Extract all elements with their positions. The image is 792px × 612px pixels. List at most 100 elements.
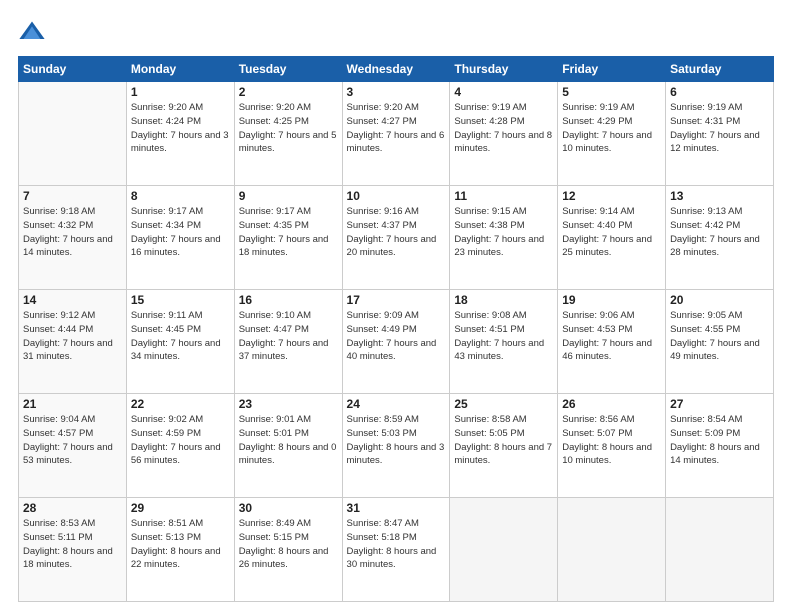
sunset-text: Sunset: 4:32 PM (23, 220, 93, 231)
daylight-text: Daylight: 7 hours and 28 minutes. (670, 234, 760, 259)
calendar-cell: 31Sunrise: 8:47 AMSunset: 5:18 PMDayligh… (342, 498, 450, 602)
calendar-cell (666, 498, 774, 602)
sunset-text: Sunset: 4:49 PM (347, 324, 417, 335)
daylight-text: Daylight: 8 hours and 14 minutes. (670, 442, 760, 467)
calendar-cell (19, 82, 127, 186)
day-info: Sunrise: 8:56 AMSunset: 5:07 PMDaylight:… (562, 413, 661, 468)
week-row-5: 28 Sunrise: 8:53 AMSunset: 5:11 PMDayligh… (19, 498, 774, 602)
sunset-text: Sunset: 5:07 PM (562, 428, 632, 439)
calendar-cell: 14 Sunrise: 9:12 AM Sunset: 4:44 PM Dayligh… (19, 290, 127, 394)
sunset-text: Sunset: 5:18 PM (347, 532, 417, 543)
day-info: Sunrise: 8:51 AM Sunset: 5:13 PM Daylight:… (131, 517, 230, 572)
daylight-text: Daylight: 7 hours and 37 minutes. (239, 338, 329, 363)
day-info: Sunrise: 9:10 AM Sunset: 4:47 PM Daylight:… (239, 309, 338, 364)
sunset-text: Sunset: 4:29 PM (562, 116, 632, 127)
day-number: 12 (562, 189, 661, 203)
calendar-cell: 13 Sunrise: 9:13 AM Sunset: 4:42 PM Dayligh… (666, 186, 774, 290)
sunrise-text: Sunrise: 9:17 AM (131, 206, 203, 217)
day-number: 13 (670, 189, 769, 203)
day-number: 10 (347, 189, 446, 203)
day-number: 29 (131, 501, 230, 515)
daylight-text: Daylight: 8 hours and 30 minutes. (347, 546, 437, 571)
sunset-text: Sunset: 5:13 PM (131, 532, 201, 543)
calendar-cell: 1Sunrise: 9:20 AMSunset: 4:24 PMDaylight… (126, 82, 234, 186)
calendar-cell: 5Sunrise: 9:19 AMSunset: 4:29 PMDaylight… (558, 82, 666, 186)
day-number: 22 (131, 397, 230, 411)
day-info: Sunrise: 9:06 AMSunset: 4:53 PMDaylight:… (562, 309, 661, 364)
sunrise-text: Sunrise: 9:08 AM (454, 310, 526, 321)
day-number: 21 (23, 397, 122, 411)
sunrise-text: Sunrise: 8:53 AM (23, 518, 95, 529)
sunset-text: Sunset: 4:42 PM (670, 220, 740, 231)
daylight-text: Daylight: 7 hours and 34 minutes. (131, 338, 221, 363)
sunrise-text: Sunrise: 9:10 AM (239, 310, 311, 321)
day-number: 1 (131, 85, 230, 99)
sunrise-text: Sunrise: 9:09 AM (347, 310, 419, 321)
day-header-sunday: Sunday (19, 57, 127, 82)
day-number: 14 (23, 293, 122, 307)
calendar-cell: 26Sunrise: 8:56 AMSunset: 5:07 PMDayligh… (558, 394, 666, 498)
sunrise-text: Sunrise: 9:12 AM (23, 310, 95, 321)
day-number: 2 (239, 85, 338, 99)
daylight-text: Daylight: 8 hours and 0 minutes. (239, 442, 337, 467)
day-info: Sunrise: 8:59 AMSunset: 5:03 PMDaylight:… (347, 413, 446, 468)
day-number: 6 (670, 85, 769, 99)
daylight-text: Daylight: 7 hours and 53 minutes. (23, 442, 113, 467)
sunrise-text: Sunrise: 8:54 AM (670, 414, 742, 425)
day-number: 8 (131, 189, 230, 203)
day-number: 28 (23, 501, 122, 515)
logo-icon (18, 18, 46, 46)
sunrise-text: Sunrise: 8:49 AM (239, 518, 311, 529)
sunset-text: Sunset: 4:44 PM (23, 324, 93, 335)
sunrise-text: Sunrise: 9:13 AM (670, 206, 742, 217)
sunset-text: Sunset: 4:45 PM (131, 324, 201, 335)
sunset-text: Sunset: 4:38 PM (454, 220, 524, 231)
calendar-cell: 10Sunrise: 9:16 AMSunset: 4:37 PMDayligh… (342, 186, 450, 290)
sunrise-text: Sunrise: 9:04 AM (23, 414, 95, 425)
day-info: Sunrise: 9:20 AMSunset: 4:27 PMDaylight:… (347, 101, 446, 156)
day-header-monday: Monday (126, 57, 234, 82)
daylight-text: Daylight: 7 hours and 16 minutes. (131, 234, 221, 259)
calendar-cell: 6Sunrise: 9:19 AMSunset: 4:31 PMDaylight… (666, 82, 774, 186)
sunset-text: Sunset: 4:47 PM (239, 324, 309, 335)
day-header-friday: Friday (558, 57, 666, 82)
calendar-cell: 30Sunrise: 8:49 AMSunset: 5:15 PMDayligh… (234, 498, 342, 602)
week-row-3: 14 Sunrise: 9:12 AM Sunset: 4:44 PM Dayligh… (19, 290, 774, 394)
calendar-cell: 22Sunrise: 9:02 AMSunset: 4:59 PMDayligh… (126, 394, 234, 498)
calendar-cell: 4Sunrise: 9:19 AMSunset: 4:28 PMDaylight… (450, 82, 558, 186)
day-header-wednesday: Wednesday (342, 57, 450, 82)
day-number: 11 (454, 189, 553, 203)
sunset-text: Sunset: 4:55 PM (670, 324, 740, 335)
daylight-text: Daylight: 7 hours and 6 minutes. (347, 130, 445, 155)
sunset-text: Sunset: 4:57 PM (23, 428, 93, 439)
day-info: Sunrise: 8:53 AMSunset: 5:11 PMDaylight:… (23, 517, 122, 572)
daylight-text: Daylight: 7 hours and 23 minutes. (454, 234, 544, 259)
day-number: 15 (131, 293, 230, 307)
day-number: 30 (239, 501, 338, 515)
day-info: Sunrise: 9:17 AM Sunset: 4:34 PM Daylight:… (131, 205, 230, 260)
day-number: 20 (670, 293, 769, 307)
day-number: 4 (454, 85, 553, 99)
calendar-cell: 25Sunrise: 8:58 AMSunset: 5:05 PMDayligh… (450, 394, 558, 498)
day-info: Sunrise: 9:04 AM Sunset: 4:57 PM Daylight:… (23, 413, 122, 468)
daylight-text: Daylight: 8 hours and 22 minutes. (131, 546, 221, 571)
day-info: Sunrise: 9:05 AMSunset: 4:55 PMDaylight:… (670, 309, 769, 364)
sunrise-text: Sunrise: 8:51 AM (131, 518, 203, 529)
daylight-text: Daylight: 7 hours and 18 minutes. (239, 234, 329, 259)
daylight-text: Daylight: 7 hours and 40 minutes. (347, 338, 437, 363)
sunset-text: Sunset: 4:34 PM (131, 220, 201, 231)
calendar-cell: 12Sunrise: 9:14 AMSunset: 4:40 PMDayligh… (558, 186, 666, 290)
day-info: Sunrise: 8:58 AMSunset: 5:05 PMDaylight:… (454, 413, 553, 468)
calendar-cell: 21 Sunrise: 9:04 AM Sunset: 4:57 PM Dayligh… (19, 394, 127, 498)
daylight-text: Daylight: 8 hours and 10 minutes. (562, 442, 652, 467)
sunrise-text: Sunrise: 9:11 AM (131, 310, 203, 321)
day-number: 19 (562, 293, 661, 307)
calendar-cell: 18Sunrise: 9:08 AMSunset: 4:51 PMDayligh… (450, 290, 558, 394)
day-info: Sunrise: 9:15 AMSunset: 4:38 PMDaylight:… (454, 205, 553, 260)
calendar-cell: 3Sunrise: 9:20 AMSunset: 4:27 PMDaylight… (342, 82, 450, 186)
daylight-text: Daylight: 8 hours and 7 minutes. (454, 442, 552, 467)
sunset-text: Sunset: 4:24 PM (131, 116, 201, 127)
week-row-1: 1Sunrise: 9:20 AMSunset: 4:24 PMDaylight… (19, 82, 774, 186)
daylight-text: Daylight: 7 hours and 31 minutes. (23, 338, 113, 363)
sunset-text: Sunset: 5:03 PM (347, 428, 417, 439)
